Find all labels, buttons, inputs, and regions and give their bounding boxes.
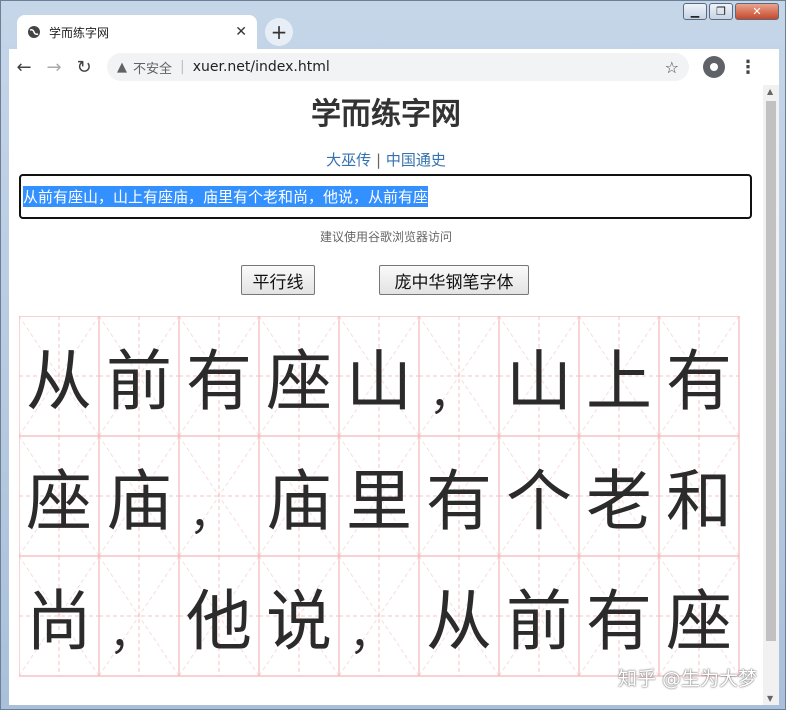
grid-character: 里 (346, 463, 412, 540)
bookmark-star-icon[interactable]: ☆ (665, 58, 679, 77)
grid-character: 和 (666, 463, 732, 540)
grid-character: 座 (266, 343, 332, 420)
page-viewport: 学而练字网 大巫传 | 中国通史 从前有座山，山上有座庙，庙里有个老和尚，他说，… (9, 85, 779, 705)
menu-icon[interactable]: ⋮ (739, 57, 757, 78)
grid-character: 有 (586, 583, 652, 660)
profile-avatar-icon[interactable] (703, 56, 725, 78)
scrollbar[interactable]: ▲ ▼ (763, 85, 779, 705)
grid-punctuation: ， (349, 609, 393, 660)
grid-character: 他 (186, 583, 252, 660)
grid-character: 山 (346, 343, 412, 420)
input-selected-text: 从前有座山，山上有座庙，庙里有个老和尚，他说，从前有座 (23, 186, 429, 207)
address-separator: | (180, 59, 185, 75)
link-dawuzhuan[interactable]: 大巫传 (326, 151, 371, 169)
grid-character: 老 (586, 463, 652, 540)
browser-hint: 建议使用谷歌浏览器访问 (319, 230, 452, 244)
nav-links: 大巫传 | 中国通史 (9, 149, 763, 170)
grid-character: 前 (106, 343, 172, 420)
grid-character: 庙 (106, 463, 172, 540)
grid-character: 有 (666, 343, 732, 420)
browser-toolbar: ← → ↻ ▲ 不安全 | xuer.net/index.html ☆ ⋮ (9, 49, 779, 85)
page-title: 学而练字网 (311, 97, 461, 132)
close-window-button[interactable]: ✕ (735, 3, 779, 20)
practice-grid: 从前有座山，山上有座庙，庙里有个老和尚，他说，从前有座 (19, 316, 741, 678)
grid-punctuation: ， (189, 489, 233, 540)
grid-character: 从 (26, 343, 92, 420)
reload-button[interactable]: ↻ (69, 57, 99, 78)
window-controls: ▁ ❐ ✕ (683, 3, 779, 20)
grid-character: 前 (506, 583, 572, 660)
insecure-label[interactable]: 不安全 (133, 58, 172, 77)
link-zhongguotongshi[interactable]: 中国通史 (386, 151, 446, 169)
grid-character: 说 (266, 583, 332, 660)
grid-character: 山 (506, 343, 572, 420)
warning-icon[interactable]: ▲ (117, 60, 127, 75)
grid-character: 有 (186, 343, 252, 420)
scroll-down-icon[interactable]: ▼ (767, 694, 773, 703)
browser-window: ▁ ❐ ✕ 学而练字网 ✕ + ← → ↻ ▲ 不安全 | xuer.net/i… (0, 0, 786, 710)
grid-character: 从 (426, 583, 492, 660)
practice-text-input[interactable]: 从前有座山，山上有座庙，庙里有个老和尚，他说，从前有座 (19, 174, 752, 219)
grid-character: 上 (586, 343, 652, 420)
tab-close-icon[interactable]: ✕ (235, 24, 247, 40)
grid-punctuation: ， (429, 369, 473, 420)
scrollbar-thumb[interactable] (766, 101, 776, 641)
link-separator: | (375, 151, 382, 169)
maximize-button[interactable]: ❐ (709, 3, 733, 20)
tab-title: 学而练字网 (49, 25, 110, 40)
grid-punctuation: ， (109, 609, 153, 660)
grid-character: 座 (26, 463, 92, 540)
grid-character: 有 (426, 463, 492, 540)
browser-tab[interactable]: 学而练字网 ✕ (17, 15, 257, 49)
globe-icon (28, 26, 40, 38)
address-bar[interactable]: ▲ 不安全 | xuer.net/index.html ☆ (107, 53, 689, 81)
watermark: 知乎 @生为大梦 (617, 668, 757, 690)
grid-character: 庙 (266, 463, 332, 540)
grid-character: 个 (506, 463, 572, 540)
forward-button[interactable]: → (39, 57, 69, 78)
scroll-up-icon[interactable]: ▲ (767, 87, 773, 96)
font-select-button[interactable]: 庞中华钢笔字体 (379, 265, 529, 295)
grid-character: 尚 (26, 583, 92, 660)
new-tab-button[interactable]: + (265, 18, 293, 46)
minimize-button[interactable]: ▁ (683, 3, 707, 20)
back-button[interactable]: ← (9, 57, 39, 78)
url-text[interactable]: xuer.net/index.html (193, 59, 665, 75)
parallel-lines-button[interactable]: 平行线 (241, 265, 315, 295)
grid-character: 座 (666, 583, 732, 660)
